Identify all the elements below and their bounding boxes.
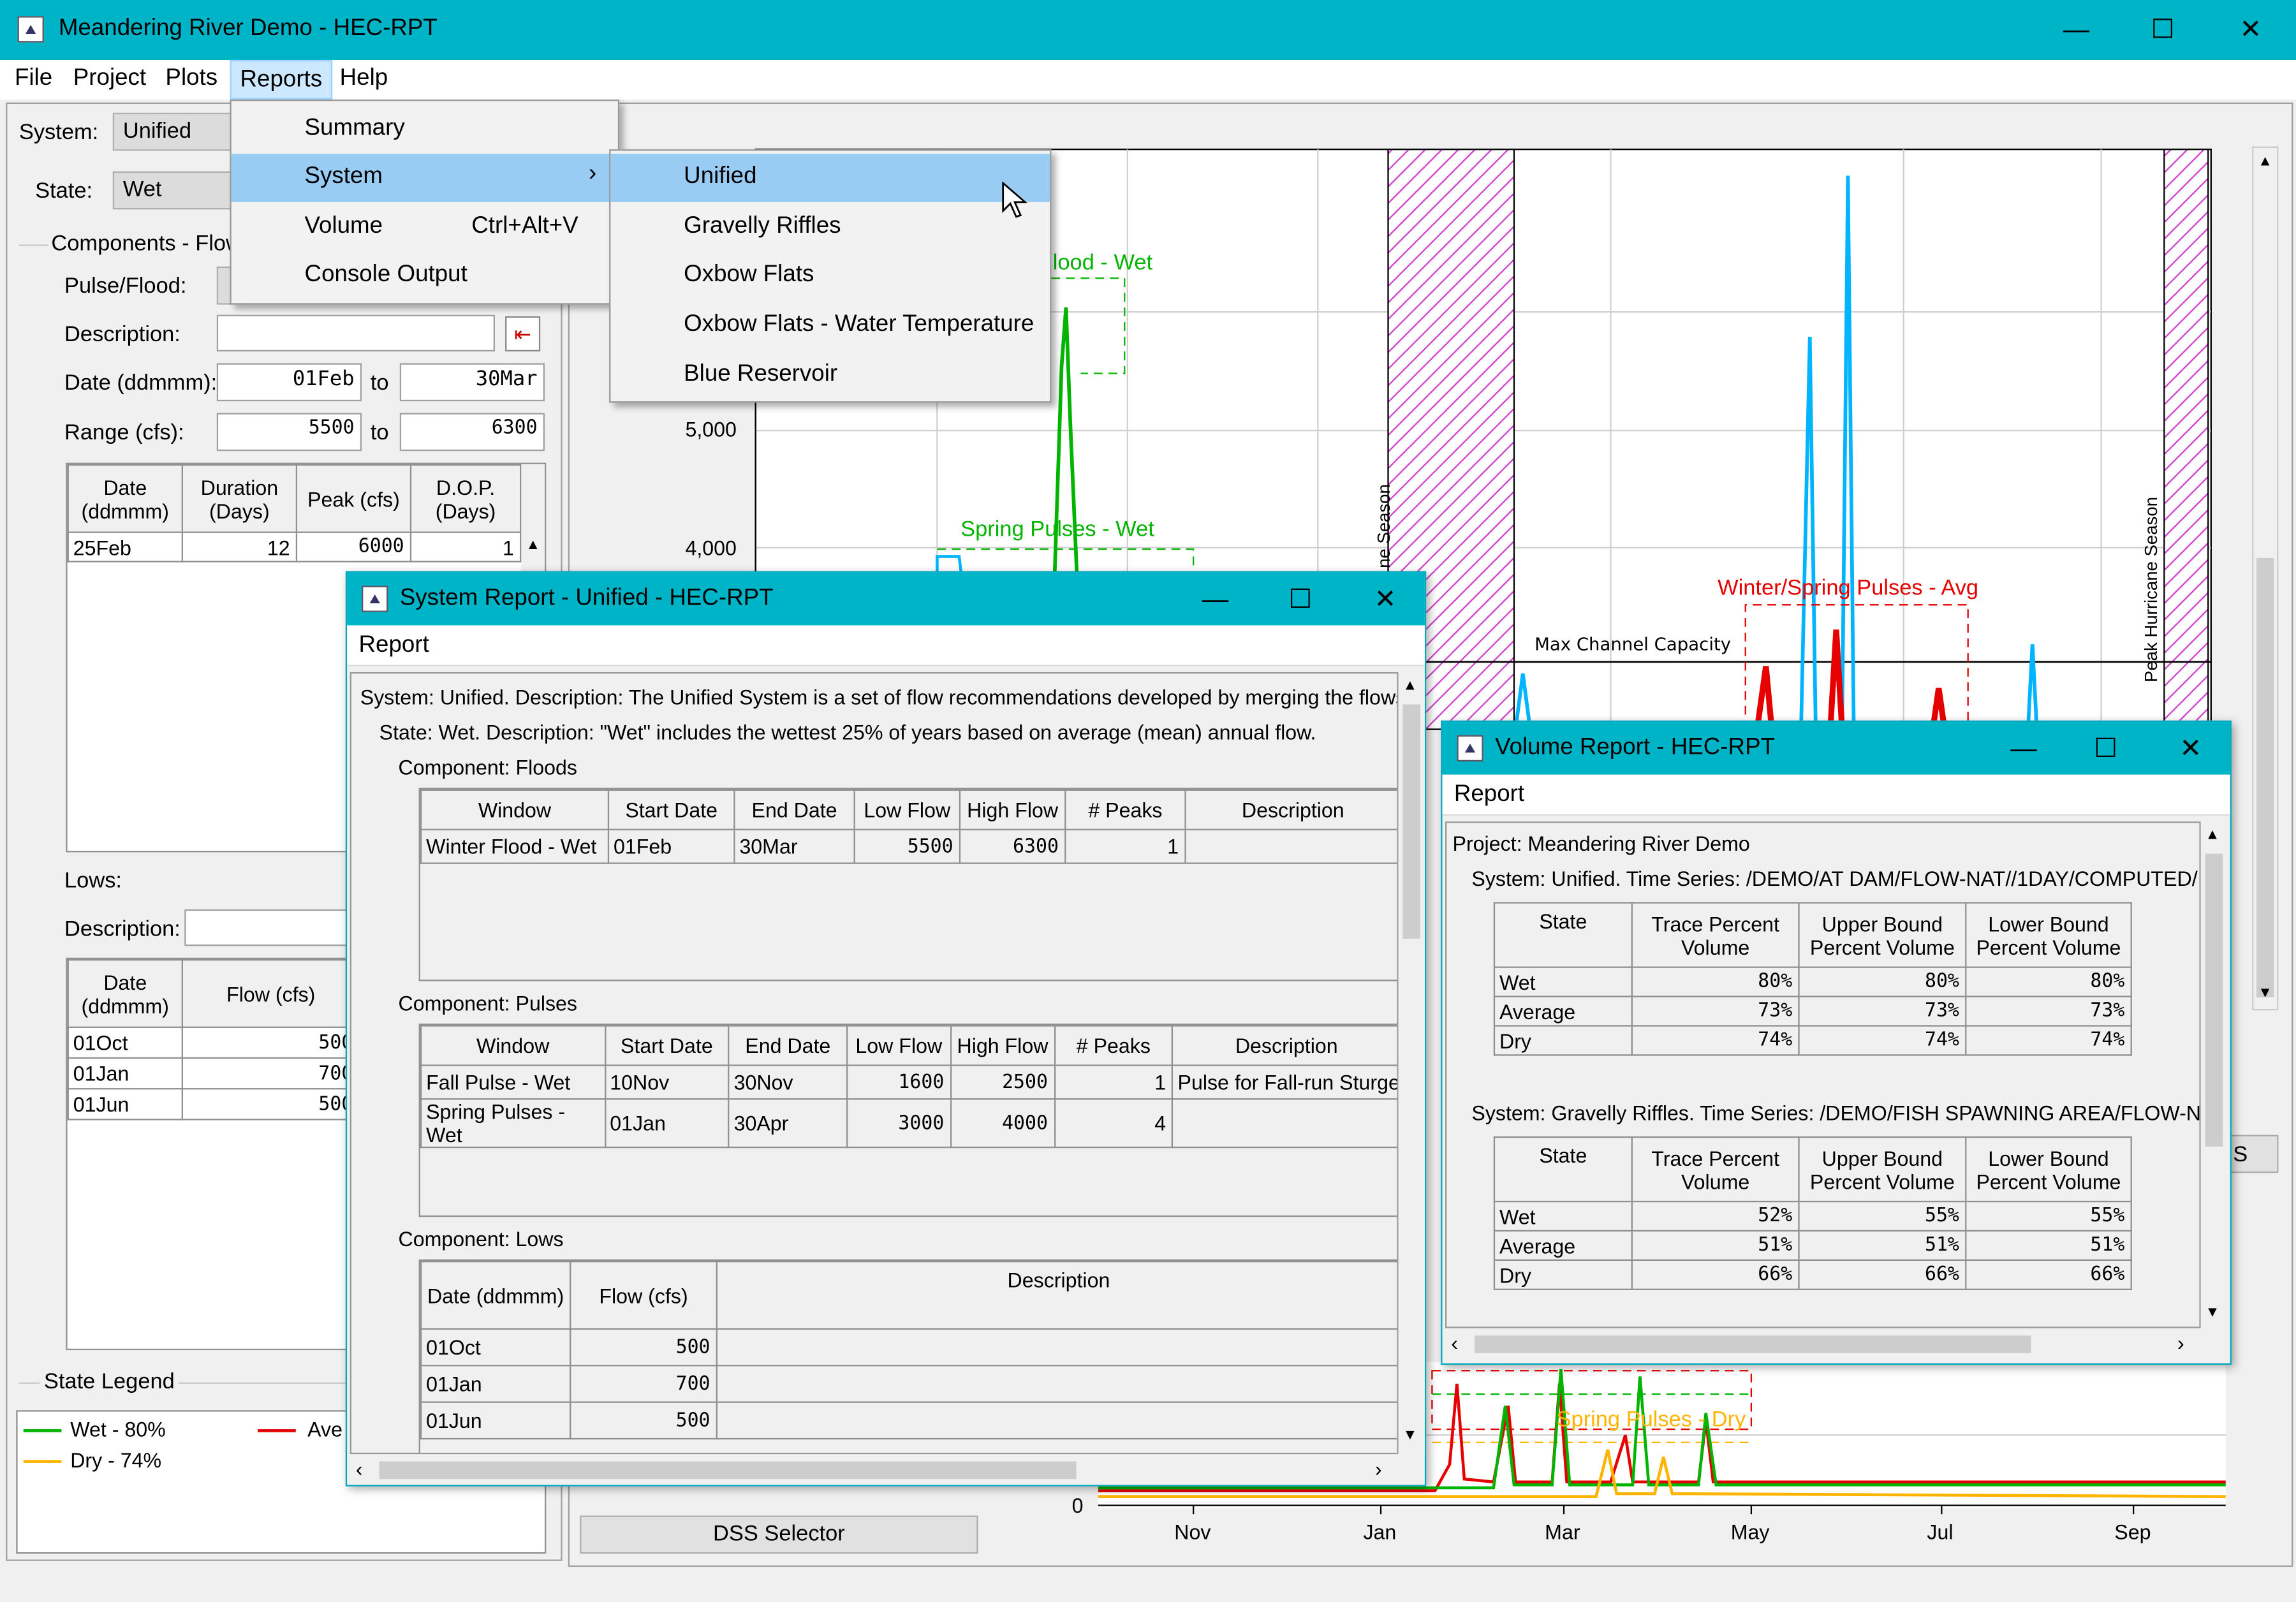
scroll-thumb[interactable] bbox=[1402, 704, 1421, 939]
dss-selector-button[interactable]: DSS Selector bbox=[580, 1515, 978, 1554]
reports-dropdown: Summary System › Volume Ctrl+Alt+V Console… bbox=[230, 99, 620, 305]
volume-report-vscroll[interactable]: ▲ ▼ bbox=[2200, 821, 2228, 1328]
scroll-left-icon[interactable]: ‹ bbox=[1451, 1331, 1458, 1355]
component-floods-label: Component: Floods bbox=[398, 755, 578, 779]
system-report-title: System Report - Unified - HEC-RPT bbox=[399, 585, 774, 611]
season-label-1: ne Season bbox=[1373, 484, 1394, 568]
minimize-icon[interactable]: — bbox=[1987, 725, 2061, 772]
scroll-thumb[interactable] bbox=[379, 1461, 1077, 1480]
volume-report-menu-bar: Report bbox=[1442, 774, 2230, 816]
volume-shortcut: Ctrl+Alt+V bbox=[471, 214, 578, 239]
table-row: Fall Pulse - Wet 10Nov 30Nov 1600 2500 1… bbox=[420, 1064, 1397, 1100]
floods-table: Window Start Date End Date Low Flow High… bbox=[418, 788, 1397, 981]
mouse-cursor-icon bbox=[1002, 181, 1027, 218]
system-report-menu-bar: Report bbox=[347, 625, 1425, 666]
table-row: Wet 80% 80% 80% bbox=[1493, 966, 2132, 997]
app-icon: ⛰ bbox=[1457, 735, 1483, 762]
menu-item-summary[interactable]: Summary bbox=[232, 105, 618, 154]
table-row: 01Jun 500 bbox=[420, 1401, 1397, 1440]
scroll-down-icon[interactable]: ▼ bbox=[2205, 1305, 2220, 1321]
table-row: Spring Pulses - Wet 01Jan 30Apr 3000 400… bbox=[420, 1098, 1397, 1149]
app-icon: ⛰ bbox=[362, 585, 388, 612]
lows-report-table: Date (ddmmm) Flow (cfs) Description 01Oc… bbox=[418, 1259, 1397, 1453]
x-tick-nov: Nov bbox=[1174, 1520, 1211, 1544]
winter-spring-pulses-avg-label: Winter/Spring Pulses - Avg bbox=[1718, 575, 1979, 601]
menu-item-console-output[interactable]: Console Output bbox=[232, 252, 618, 300]
scroll-up-icon[interactable]: ▲ bbox=[1402, 678, 1417, 694]
submenu-arrow-icon: › bbox=[588, 161, 597, 186]
table-row: 01Oct 500 bbox=[420, 1328, 1397, 1367]
hec-rpt-desktop: ⛰ Meandering River Demo - HEC-RPT — ☐ ✕ … bbox=[0, 0, 2296, 1602]
scroll-up-icon[interactable]: ▲ bbox=[2205, 827, 2220, 843]
spring-pulses-wet-label: Spring Pulses - Wet bbox=[960, 517, 1154, 542]
x-tick-jul: Jul bbox=[1927, 1520, 1954, 1544]
component-pulses-label: Component: Pulses bbox=[398, 991, 578, 1015]
flood-wet-label: lood - Wet bbox=[1052, 250, 1153, 276]
volume-table-gravelly-riffles: State Trace Percent Volume Upper Bound P… bbox=[1493, 1136, 2132, 1301]
minimize-icon[interactable]: — bbox=[1179, 575, 1252, 622]
table-row: Dry 66% 66% 66% bbox=[1493, 1259, 2132, 1290]
component-lows-label: Component: Lows bbox=[398, 1227, 564, 1251]
volume-system2-line: System: Gravelly Riffles. Time Series: /… bbox=[1471, 1101, 2201, 1125]
system-report-content: System: Unified. Description: The Unifie… bbox=[350, 672, 1399, 1455]
volume-report-title-bar: ⛰ Volume Report - HEC-RPT — ☐ ✕ bbox=[1442, 722, 2230, 775]
system-report-vscroll[interactable]: ▲ ▼ bbox=[1398, 672, 1425, 1455]
menu-item-volume[interactable]: Volume Ctrl+Alt+V bbox=[232, 203, 618, 252]
scroll-thumb[interactable] bbox=[2205, 853, 2223, 1147]
table-row: Wet 52% 55% 55% bbox=[1493, 1200, 2132, 1232]
x-tick-sep: Sep bbox=[2114, 1520, 2151, 1544]
pulses-table: Window Start Date End Date Low Flow High… bbox=[418, 1024, 1397, 1217]
y-tick-5000: 5,000 bbox=[685, 417, 737, 441]
plot-vertical-scrollbar[interactable]: ▲ ▼ bbox=[2252, 146, 2279, 1011]
submenu-item-oxbow-flats[interactable]: Oxbow Flats bbox=[610, 252, 1050, 300]
volume-project-line: Project: Meandering River Demo bbox=[1452, 832, 1750, 855]
scroll-left-icon[interactable]: ‹ bbox=[356, 1457, 363, 1481]
scroll-down-icon[interactable]: ▼ bbox=[1402, 1428, 1417, 1444]
system-submenu: Unified Gravelly Riffles Oxbow Flats Oxb… bbox=[609, 149, 1052, 403]
volume-system1-line: System: Unified. Time Series: /DEMO/AT D… bbox=[1471, 867, 2198, 891]
submenu-item-gravelly-riffles[interactable]: Gravelly Riffles bbox=[610, 203, 1050, 252]
max-channel-capacity-label: Max Channel Capacity bbox=[1534, 634, 1732, 655]
scroll-right-icon[interactable]: › bbox=[2177, 1331, 2184, 1355]
y-tick-0: 0 bbox=[1071, 1494, 1084, 1517]
maximize-icon[interactable]: ☐ bbox=[2069, 725, 2142, 772]
table-row: Average 73% 73% 73% bbox=[1493, 996, 2132, 1027]
close-icon[interactable]: ✕ bbox=[2154, 725, 2227, 772]
table-row: Average 51% 51% 51% bbox=[1493, 1230, 2132, 1261]
close-icon[interactable]: ✕ bbox=[1349, 575, 1422, 622]
scroll-right-icon[interactable]: › bbox=[1375, 1457, 1382, 1481]
peak-hurricane-season-label: Peak Hurricane Season bbox=[2140, 496, 2161, 683]
submenu-item-oxbow-flats-water-temperature[interactable]: Oxbow Flats - Water Temperature bbox=[610, 302, 1050, 350]
maximize-icon[interactable]: ☐ bbox=[1263, 575, 1337, 622]
volume-report-content: Project: Meandering River Demo System: U… bbox=[1445, 821, 2201, 1328]
scroll-thumb[interactable] bbox=[1474, 1335, 2031, 1353]
system-report-title-bar: ⛰ System Report - Unified - HEC-RPT — ☐ … bbox=[347, 572, 1425, 626]
x-tick-jan: Jan bbox=[1363, 1520, 1397, 1544]
system-report-hscroll[interactable]: ‹ › bbox=[350, 1457, 1399, 1484]
scroll-down-icon[interactable]: ▼ bbox=[2258, 985, 2272, 1001]
hurricane-season-band-2 bbox=[2163, 149, 2209, 730]
menu-report[interactable]: Report bbox=[358, 633, 429, 659]
menu-report[interactable]: Report bbox=[1454, 782, 1524, 808]
spring-pulses-dry-label: Spring Pulses - Dry bbox=[1556, 1407, 1746, 1432]
system-report-window: ⛰ System Report - Unified - HEC-RPT — ☐ … bbox=[345, 571, 1427, 1487]
x-tick-mar: Mar bbox=[1545, 1520, 1580, 1544]
volume-report-hscroll[interactable]: ‹ › bbox=[1445, 1331, 2201, 1358]
submenu-item-blue-reservoir[interactable]: Blue Reservoir bbox=[610, 351, 1050, 400]
volume-table-unified: State Trace Percent Volume Upper Bound P… bbox=[1493, 902, 2132, 1066]
submenu-item-unified[interactable]: Unified bbox=[610, 154, 1050, 202]
table-row: 01Jan 700 bbox=[420, 1365, 1397, 1403]
scroll-up-icon[interactable]: ▲ bbox=[2258, 154, 2272, 170]
state-description-line: State: Wet. Description: "Wet" includes … bbox=[379, 720, 1316, 744]
table-row: Dry 74% 74% 74% bbox=[1493, 1025, 2132, 1056]
volume-report-window: ⛰ Volume Report - HEC-RPT — ☐ ✕ Report P… bbox=[1441, 720, 2232, 1365]
x-tick-may: May bbox=[1730, 1520, 1770, 1544]
y-tick-4000: 4,000 bbox=[685, 536, 737, 560]
volume-report-title: Volume Report - HEC-RPT bbox=[1495, 735, 1776, 760]
system-description-line: System: Unified. Description: The Unifie… bbox=[360, 685, 1399, 709]
table-row: Winter Flood - Wet 01Feb 30Mar 5500 6300… bbox=[420, 828, 1397, 864]
menu-item-system[interactable]: System › bbox=[231, 154, 618, 202]
scroll-thumb[interactable] bbox=[2256, 557, 2274, 997]
